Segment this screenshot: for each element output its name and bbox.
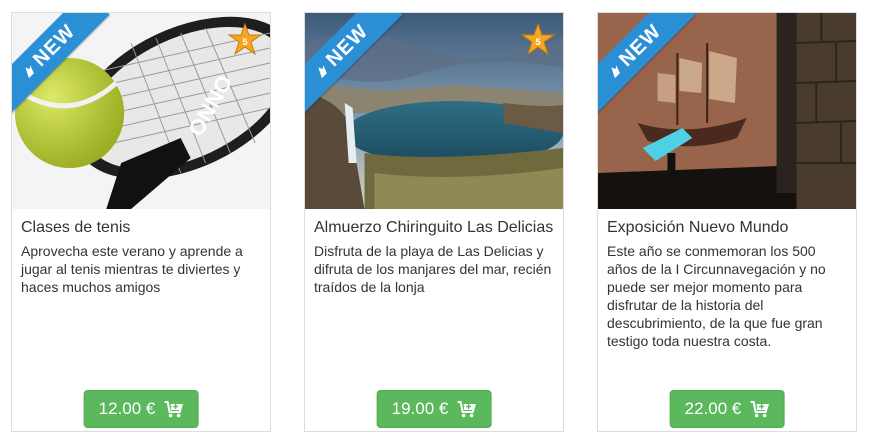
product-description: Disfruta de la playa de Las Delicias y d… [314,243,552,295]
product-image-almuerzo[interactable]: NEW 5 [305,13,563,209]
star-rating-label: 5 [535,37,540,47]
price-label: 12.00 € [98,399,156,418]
shopping-cart-icon [164,401,183,418]
product-image-tenis[interactable]: ONNO NEW 5 [12,13,270,209]
product-card-exposicion[interactable]: NEW Exposición Nuevo Mundo Este año se c… [597,12,857,432]
shopping-cart-icon [750,401,769,418]
price-label: 19.00 € [391,399,449,418]
product-image-exposicion[interactable]: NEW [598,13,856,209]
product-title[interactable]: Exposición Nuevo Mundo [607,219,788,237]
product-description: Este año se conmemoran los 500 años de l… [607,243,826,349]
add-to-cart-button[interactable]: 19.00 € [376,390,492,428]
star-icon: 5 [228,23,262,56]
star-rating-label: 5 [242,37,247,47]
star-icon: 5 [521,23,555,56]
product-title[interactable]: Almuerzo Chiringuito Las Delicias [314,219,553,237]
new-ribbon-icon [318,65,327,79]
add-to-cart-button[interactable]: 22.00 € [669,390,785,428]
product-card-almuerzo[interactable]: NEW 5 Almuerzo Chiringuito Las Delicias … [304,12,564,432]
shopping-cart-icon [457,401,476,418]
new-ribbon-icon [611,65,620,79]
product-card-tenis[interactable]: ONNO NEW 5 Clases de tenis Aprovecha est… [11,12,271,432]
price-label: 22.00 € [684,399,742,418]
product-title[interactable]: Clases de tenis [21,219,130,237]
product-description: Aprovecha este verano y aprende a jugar … [21,243,243,295]
add-to-cart-button[interactable]: 12.00 € [83,390,199,428]
new-ribbon-icon [25,65,34,79]
